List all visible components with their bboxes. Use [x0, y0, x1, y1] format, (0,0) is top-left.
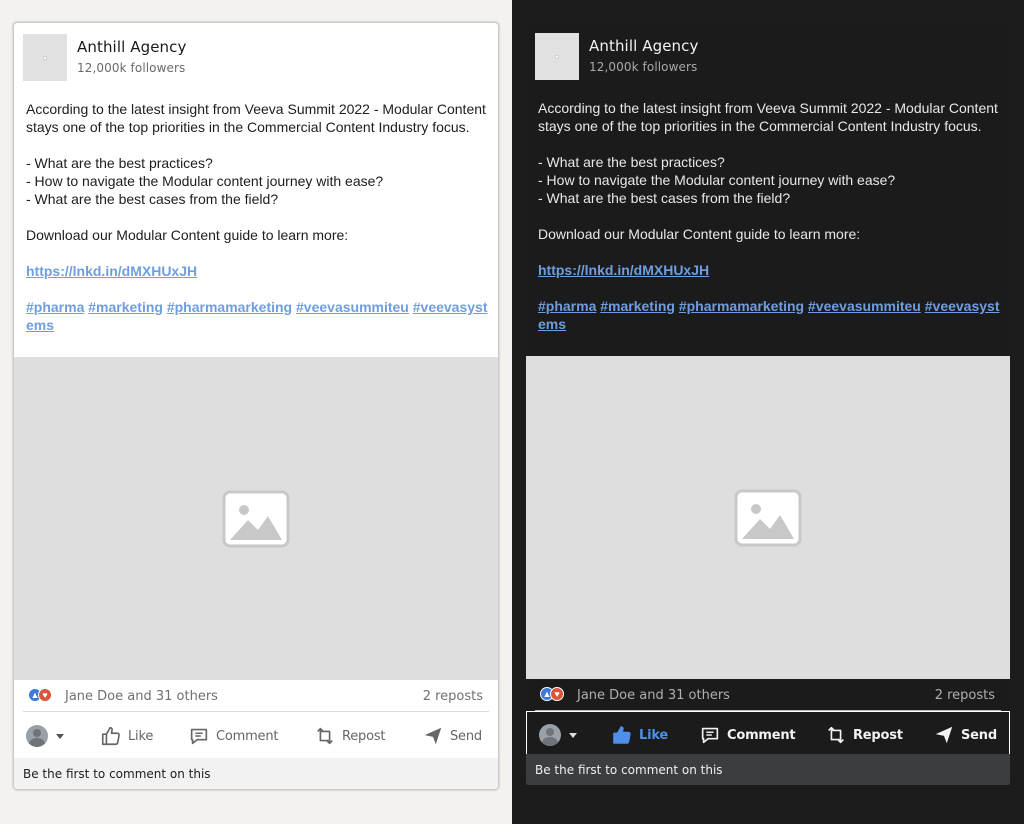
body-line: - What are the best practices? — [26, 155, 213, 171]
send-label: Send — [961, 727, 997, 743]
body-line — [538, 135, 1004, 153]
company-logo[interactable] — [535, 33, 579, 80]
image-placeholder-icon — [222, 490, 290, 547]
send-button[interactable]: Send — [422, 724, 482, 748]
body-line: Download our Modular Content guide to le… — [26, 227, 349, 243]
comment-button[interactable]: Comment — [188, 724, 278, 748]
body-line — [538, 207, 1004, 225]
repost-button[interactable]: Repost — [314, 724, 386, 748]
action-bar: Like Comment Repost Send — [526, 711, 1010, 758]
hashtag-pharmamarketing[interactable]: #pharmamarketing — [679, 298, 804, 314]
company-name[interactable]: Anthill Agency — [77, 38, 186, 56]
comment-label: Comment — [216, 728, 279, 744]
send-label: Send — [450, 728, 482, 744]
reposts-count[interactable]: 2 reposts — [935, 688, 995, 703]
repost-label: Repost — [853, 727, 903, 743]
body-line: - How to navigate the Modular content jo… — [26, 173, 384, 189]
body-line — [538, 243, 1004, 261]
light-theme-panel: Anthill Agency 12,000k followers Accordi… — [0, 0, 512, 824]
body-line — [26, 280, 492, 298]
reactions-count[interactable]: Jane Doe and 31 others — [577, 688, 730, 703]
post-card-light: Anthill Agency 12,000k followers Accordi… — [13, 22, 499, 790]
hashtag-veevasummiteu[interactable]: #veevasummiteu — [296, 299, 409, 315]
hashtag-pharma[interactable]: #pharma — [26, 299, 84, 315]
company-name[interactable]: Anthill Agency — [589, 37, 698, 55]
hashtag-pharma[interactable]: #pharma — [538, 298, 596, 314]
post-body: According to the latest insight from Vee… — [538, 99, 1004, 333]
reactions-count[interactable]: Jane Doe and 31 others — [65, 689, 218, 704]
repost-icon — [317, 727, 333, 745]
post-image[interactable] — [14, 357, 498, 680]
company-logo[interactable] — [23, 34, 67, 81]
body-line: - What are the best cases from the field… — [538, 190, 791, 206]
body-line — [26, 136, 492, 154]
heart-reaction-icon: ♥ — [38, 688, 52, 702]
hashtag-veevasummiteu[interactable]: #veevasummiteu — [808, 298, 921, 314]
hashtag-marketing[interactable]: #marketing — [600, 298, 675, 314]
like-icon — [613, 726, 631, 744]
post-header: Anthill Agency 12,000k followers — [23, 34, 483, 82]
send-icon — [424, 727, 442, 745]
image-placeholder-icon — [734, 489, 802, 546]
reposts-count[interactable]: 2 reposts — [423, 689, 483, 704]
comment-icon — [190, 728, 208, 745]
hashtag-pharmamarketing[interactable]: #pharmamarketing — [167, 299, 292, 315]
avatar — [26, 725, 48, 747]
like-label: Like — [639, 727, 669, 743]
post-link[interactable]: https://lnkd.in/dMXHUxJH — [26, 263, 197, 279]
body-line — [26, 244, 492, 262]
actor-selector[interactable] — [539, 723, 577, 747]
hashtags: #pharma #marketing #pharmamarketing #vee… — [26, 298, 492, 334]
body-line — [538, 279, 1004, 297]
comment-prompt[interactable]: Be the first to comment on this — [526, 754, 1010, 785]
heart-reaction-icon: ♥ — [550, 687, 564, 701]
body-line — [26, 208, 492, 226]
follower-count: 12,000k followers — [77, 61, 186, 75]
social-counts: ▲ ♥ Jane Doe and 31 others 2 reposts — [535, 684, 1001, 710]
post-body: According to the latest insight from Vee… — [26, 100, 492, 334]
reaction-icons[interactable]: ▲ ♥ — [540, 687, 568, 703]
social-counts: ▲ ♥ Jane Doe and 31 others 2 reposts — [23, 685, 489, 711]
comment-button[interactable]: Comment — [699, 723, 796, 747]
comment-label: Comment — [727, 727, 796, 743]
like-button[interactable]: Like — [611, 723, 668, 747]
repost-label: Repost — [342, 728, 386, 744]
repost-icon — [828, 726, 844, 744]
send-icon — [935, 726, 953, 744]
body-line: According to the latest insight from Vee… — [538, 100, 998, 134]
actor-selector[interactable] — [26, 724, 64, 748]
body-line: - What are the best cases from the field… — [26, 191, 279, 207]
avatar — [539, 724, 561, 746]
body-line: - How to navigate the Modular content jo… — [538, 172, 896, 188]
post-header: Anthill Agency 12,000k followers — [535, 33, 995, 81]
repost-button[interactable]: Repost — [825, 723, 903, 747]
body-line: Download our Modular Content guide to le… — [538, 226, 861, 242]
body-line: - What are the best practices? — [538, 154, 725, 170]
hashtag-marketing[interactable]: #marketing — [88, 299, 163, 315]
send-button[interactable]: Send — [933, 723, 997, 747]
divider — [23, 711, 489, 712]
post-image[interactable] — [526, 356, 1010, 679]
like-button[interactable]: Like — [100, 724, 153, 748]
comment-icon — [701, 727, 719, 744]
like-label: Like — [128, 728, 154, 744]
caret-down-icon — [56, 733, 64, 739]
action-bar: Like Comment Repost Send — [14, 713, 498, 759]
like-icon — [101, 726, 120, 746]
caret-down-icon — [569, 732, 577, 738]
dark-theme-panel: Anthill Agency 12,000k followers Accordi… — [512, 0, 1024, 824]
comment-prompt[interactable]: Be the first to comment on this — [14, 758, 498, 789]
follower-count: 12,000k followers — [589, 60, 698, 74]
reaction-icons[interactable]: ▲ ♥ — [28, 688, 56, 704]
body-line: According to the latest insight from Vee… — [26, 101, 486, 135]
post-link[interactable]: https://lnkd.in/dMXHUxJH — [538, 262, 709, 278]
post-card-dark: Anthill Agency 12,000k followers Accordi… — [526, 22, 1010, 785]
hashtags: #pharma #marketing #pharmamarketing #vee… — [538, 297, 1004, 333]
